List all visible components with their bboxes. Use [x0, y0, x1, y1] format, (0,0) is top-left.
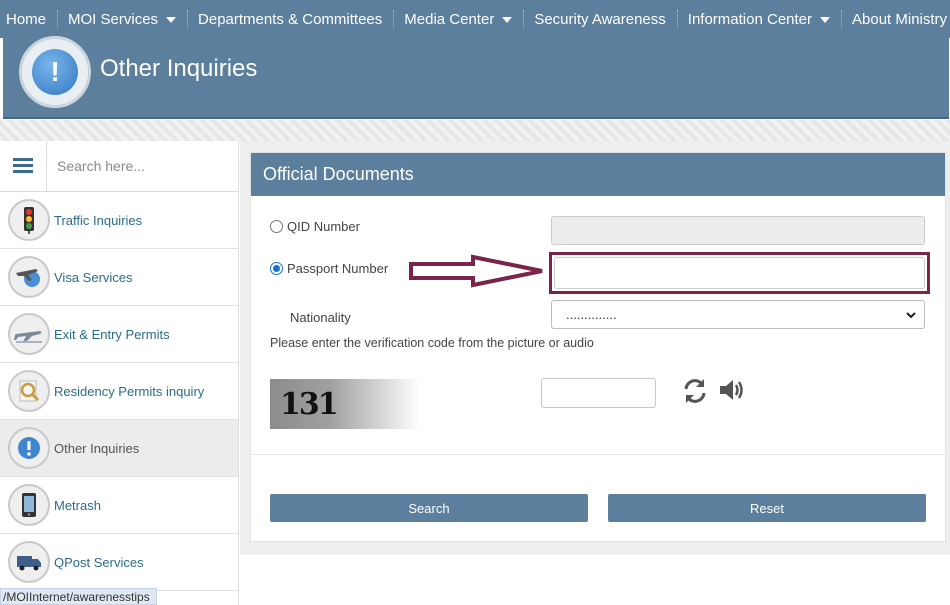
sidebar-item-metrash[interactable]: Metrash [0, 477, 238, 534]
sidebar-item-label: Exit & Entry Permits [54, 326, 170, 342]
airplane-icon [8, 313, 50, 355]
audio-speaker-icon[interactable] [718, 377, 746, 403]
passport-radio[interactable] [270, 262, 283, 275]
qid-field [551, 216, 925, 245]
phone-icon [8, 484, 50, 526]
sidebar-item-traffic-inquiries[interactable]: Traffic Inquiries [0, 192, 238, 249]
passport-option[interactable]: Passport Number [270, 261, 388, 276]
chevron-down-icon [166, 17, 177, 23]
nav-media-center[interactable]: Media Center [393, 0, 523, 38]
header-banner: ! Other Inquiries [3, 36, 949, 119]
nav-information-center[interactable]: Information Center [676, 0, 841, 38]
chevron-down-icon [820, 17, 831, 23]
sidebar-item-other-inquiries[interactable]: Other Inquiries [0, 420, 238, 477]
reset-button[interactable]: Reset [608, 494, 926, 522]
page-title: Other Inquiries [100, 55, 258, 82]
chevron-down-icon [906, 312, 916, 319]
verification-instruction: Please enter the verification code from … [270, 336, 594, 350]
status-bar-url: /MOIInternet/awarenesstips [0, 588, 157, 605]
exclamation-bubble-icon: ! [19, 36, 91, 108]
sidebar-item-label: Other Inquiries [54, 440, 140, 456]
delivery-truck-icon [8, 541, 50, 583]
magnifier-icon [8, 370, 50, 412]
passport-label: Passport Number [287, 261, 389, 276]
nav-moi-services[interactable]: MOI Services [57, 0, 187, 38]
sidebar-item-visa-services[interactable]: Visa Services [0, 249, 238, 306]
nav-home[interactable]: Home [0, 0, 57, 38]
exclamation-bubble-icon [8, 427, 50, 469]
sidebar-item-exit-entry-permits[interactable]: Exit & Entry Permits [0, 306, 238, 363]
refresh-icon[interactable] [681, 377, 709, 405]
qid-label: QID Number [287, 219, 360, 234]
sidebar-item-label: Visa Services [54, 269, 133, 285]
nationality-value: .............. [566, 307, 617, 322]
nationality-label: Nationality [290, 310, 351, 325]
sidebar-header [0, 141, 238, 192]
sidebar-item-label: Traffic Inquiries [54, 212, 143, 228]
traffic-light-icon [8, 199, 50, 241]
qid-option[interactable]: QID Number [270, 219, 360, 234]
sidebar-item-qpost-services[interactable]: QPost Services [0, 534, 238, 591]
nav-about-ministry-label: About Ministry [852, 10, 948, 28]
search-button[interactable]: Search [270, 494, 588, 522]
menu-icon[interactable] [0, 141, 47, 191]
nav-departments-label: Departments & Committees [198, 10, 383, 28]
airplane-globe-icon [8, 256, 50, 298]
nav-security-awareness-label: Security Awareness [534, 10, 666, 28]
form-divider [250, 454, 946, 455]
panel-title: Official Documents [251, 153, 945, 196]
qid-radio[interactable] [270, 220, 283, 233]
nav-information-center-label: Information Center [687, 10, 813, 28]
nav-media-center-label: Media Center [404, 10, 495, 28]
captcha-text: 131 [280, 387, 339, 422]
sidebar-item-label: Metrash [54, 497, 101, 513]
nav-about-ministry[interactable]: About Ministry [841, 0, 950, 38]
top-nav: Home MOI Services Departments & Committe… [0, 0, 950, 38]
sidebar-item-residency-permits[interactable]: Residency Permits inquiry [0, 363, 238, 420]
sidebar: Traffic Inquiries Visa Services Exit & E… [0, 141, 239, 605]
arrow-annotation-icon [409, 254, 543, 288]
captcha-input[interactable] [541, 378, 656, 408]
nav-departments[interactable]: Departments & Committees [187, 0, 393, 38]
nav-moi-services-label: MOI Services [68, 10, 159, 28]
nav-home-label: Home [6, 10, 47, 28]
passport-number-input[interactable] [554, 257, 925, 289]
captcha-image: 131 [270, 379, 420, 429]
decorative-strip [0, 120, 950, 142]
page-header: ! Other Inquiries [0, 36, 950, 120]
sidebar-item-label: Residency Permits inquiry [54, 383, 205, 399]
sidebar-search-input[interactable] [47, 141, 238, 191]
chevron-down-icon [502, 17, 513, 23]
nationality-select[interactable]: .............. [551, 300, 925, 329]
sidebar-item-label: QPost Services [54, 554, 144, 570]
nav-security-awareness[interactable]: Security Awareness [523, 0, 676, 38]
